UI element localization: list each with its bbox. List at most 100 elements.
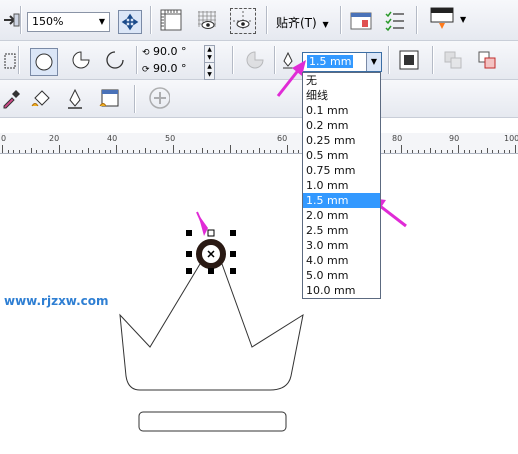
ruler-tick — [395, 150, 397, 153]
outline-option-5-0mm[interactable]: 5.0 mm — [303, 268, 380, 283]
outline-option-3-0mm[interactable]: 3.0 mm — [303, 238, 380, 253]
to-back-icon[interactable] — [476, 49, 498, 71]
ruler-tick — [87, 148, 89, 153]
ruler-tick — [207, 150, 209, 153]
ruler-label: 90 — [449, 134, 460, 143]
outline-width-value: 1.5 mm — [307, 55, 354, 68]
eyedropper-icon[interactable] — [0, 88, 22, 110]
end-angle-icon: ⟳ — [142, 65, 150, 75]
ruler-tick — [201, 148, 203, 153]
direction-icon[interactable] — [244, 49, 266, 71]
ruler-tick — [150, 150, 152, 153]
ruler-tick — [230, 145, 231, 153]
outline-option-1-5mm[interactable]: 1.5 mm — [303, 193, 380, 208]
watermark: www.rjzxw.com — [4, 294, 109, 308]
outline-option-hairline[interactable]: 细线 — [303, 88, 380, 103]
ruler-tick — [458, 145, 459, 153]
horizontal-ruler[interactable]: 0 20 40 50 60 80 90 100 — [0, 133, 518, 154]
to-front-icon[interactable] — [442, 49, 464, 71]
outline-option-10-0mm[interactable]: 10.0 mm — [303, 283, 380, 298]
color-docker-icon[interactable] — [98, 88, 120, 110]
crown-shape[interactable] — [119, 263, 304, 391]
outline-option-none[interactable]: 无 — [303, 73, 380, 88]
ruler-tick — [298, 150, 300, 153]
ruler-tick — [7, 150, 9, 153]
start-angle-field[interactable]: ⟲ 90.0 ° — [142, 45, 187, 58]
ruler-tick — [173, 145, 174, 153]
grid-icon[interactable] — [196, 9, 218, 31]
chevron-down-icon[interactable]: ▼ — [95, 13, 109, 31]
chevron-down-icon[interactable]: ▼ — [366, 53, 381, 71]
outline-pen-tool-icon[interactable] — [64, 88, 86, 110]
ruler-tick — [435, 150, 437, 153]
ruler-tick — [53, 150, 55, 153]
outline-option-0-75mm[interactable]: 0.75 mm — [303, 163, 380, 178]
outline-option-2-5mm[interactable]: 2.5 mm — [303, 223, 380, 238]
base-rectangle[interactable] — [138, 411, 287, 432]
ruler-tick — [423, 150, 425, 153]
ruler-tick — [412, 150, 414, 153]
ruler-tick — [440, 150, 442, 153]
ruler-tick — [178, 150, 180, 153]
ruler-tick — [281, 150, 283, 153]
ruler-tick — [287, 145, 288, 153]
outline-option-0-2mm[interactable]: 0.2 mm — [303, 118, 380, 133]
ruler-tick — [167, 150, 169, 153]
wrap-paragraph-text-icon[interactable] — [398, 49, 420, 71]
ruler-label: 20 — [49, 134, 60, 143]
pie-icon[interactable] — [70, 49, 92, 71]
application-launcher-icon[interactable] — [384, 10, 406, 32]
ruler-tick — [509, 150, 511, 153]
ruler-tick — [469, 150, 471, 153]
outline-option-0-1mm[interactable]: 0.1 mm — [303, 103, 380, 118]
ruler-tick — [252, 150, 254, 153]
ellipse-icon[interactable] — [30, 48, 58, 76]
annotation-arrow-icon — [196, 211, 206, 231]
outline-option-1-0mm[interactable]: 1.0 mm — [303, 178, 380, 193]
ruler-tick — [13, 150, 15, 153]
ruler-tick — [47, 150, 49, 153]
tools-row — [0, 80, 518, 118]
import-icon[interactable] — [0, 9, 22, 31]
separator — [150, 6, 151, 34]
guidelines-icon[interactable] — [230, 8, 256, 34]
separator — [136, 46, 137, 74]
start-angle-spinner[interactable]: ▲ ▼ — [204, 45, 215, 63]
ruler-tick — [446, 150, 448, 153]
ruler-label: 100 — [504, 134, 518, 143]
end-angle-spinner[interactable]: ▲ ▼ — [204, 62, 215, 80]
ruler-tick — [190, 150, 192, 153]
ruler-tick — [155, 150, 157, 153]
rulers-icon[interactable] — [160, 9, 182, 31]
ruler-tick — [184, 150, 186, 153]
ruler-tick — [110, 150, 112, 153]
ruler-tick — [138, 150, 140, 153]
zoom-combo[interactable]: 150% ▼ — [27, 12, 110, 32]
ruler-tick — [292, 150, 294, 153]
ruler-tick — [133, 150, 135, 153]
outline-option-4-0mm[interactable]: 4.0 mm — [303, 253, 380, 268]
separator — [416, 6, 417, 34]
paint-bucket-icon[interactable] — [30, 88, 52, 110]
ruler-tick — [275, 150, 277, 153]
ruler-tick — [418, 150, 420, 153]
ruler-tick — [515, 145, 516, 153]
add-icon[interactable] — [148, 87, 170, 109]
pan-icon[interactable] — [118, 10, 142, 34]
chevron-down-icon[interactable]: ▼ — [460, 15, 466, 24]
end-angle-field[interactable]: ⟳ 90.0 ° — [142, 62, 187, 75]
ruler-tick — [81, 150, 83, 153]
welcome-screen-icon[interactable] — [428, 7, 456, 30]
ruler-tick — [475, 150, 477, 153]
separator — [432, 46, 433, 74]
outline-width-combo[interactable]: 1.5 mm ▼ — [302, 52, 382, 72]
outline-option-2-0mm[interactable]: 2.0 mm — [303, 208, 380, 223]
snap-to-menu[interactable]: 贴齐(T) ▼ — [276, 14, 329, 31]
outline-option-0-5mm[interactable]: 0.5 mm — [303, 148, 380, 163]
options-icon[interactable] — [350, 10, 372, 32]
arc-icon[interactable] — [104, 49, 126, 71]
separator — [18, 46, 19, 74]
outline-width-dropdown: 无 细线 0.1 mm 0.2 mm 0.25 mm 0.5 mm 0.75 m… — [302, 72, 381, 299]
outline-option-0-25mm[interactable]: 0.25 mm — [303, 133, 380, 148]
ruler-tick — [41, 150, 43, 153]
